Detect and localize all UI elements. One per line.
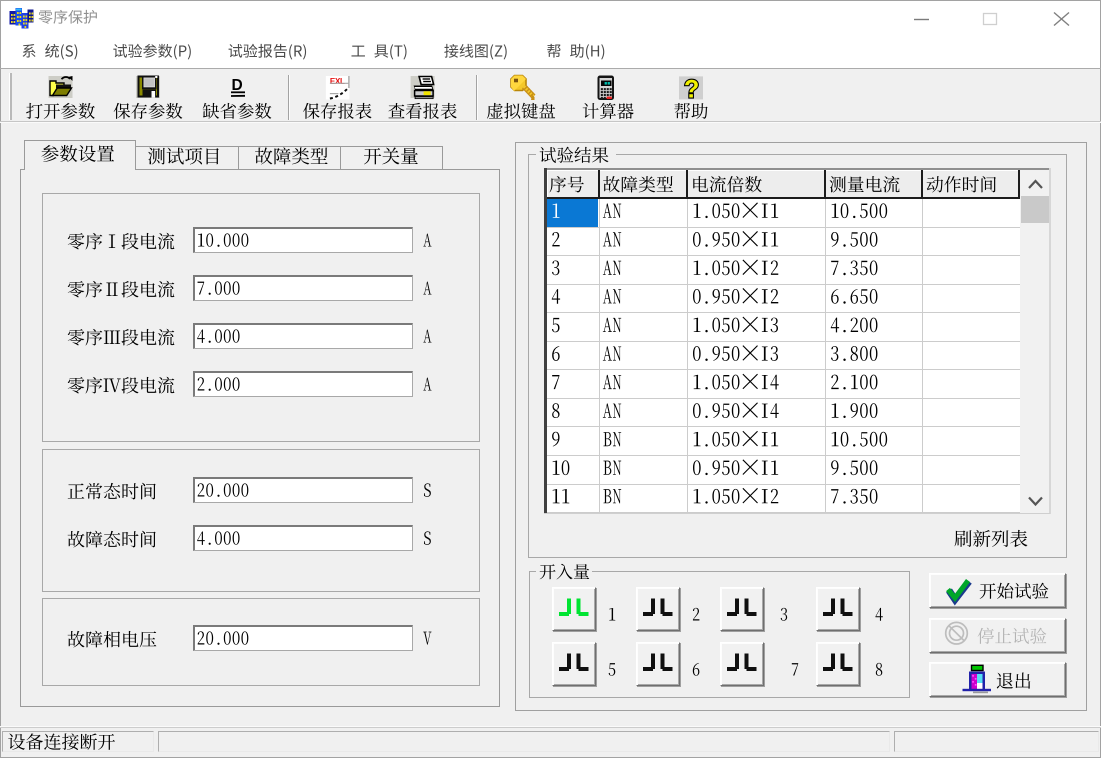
svg-text:EXL: EXL: [330, 77, 345, 86]
svg-text:?: ?: [684, 76, 699, 104]
